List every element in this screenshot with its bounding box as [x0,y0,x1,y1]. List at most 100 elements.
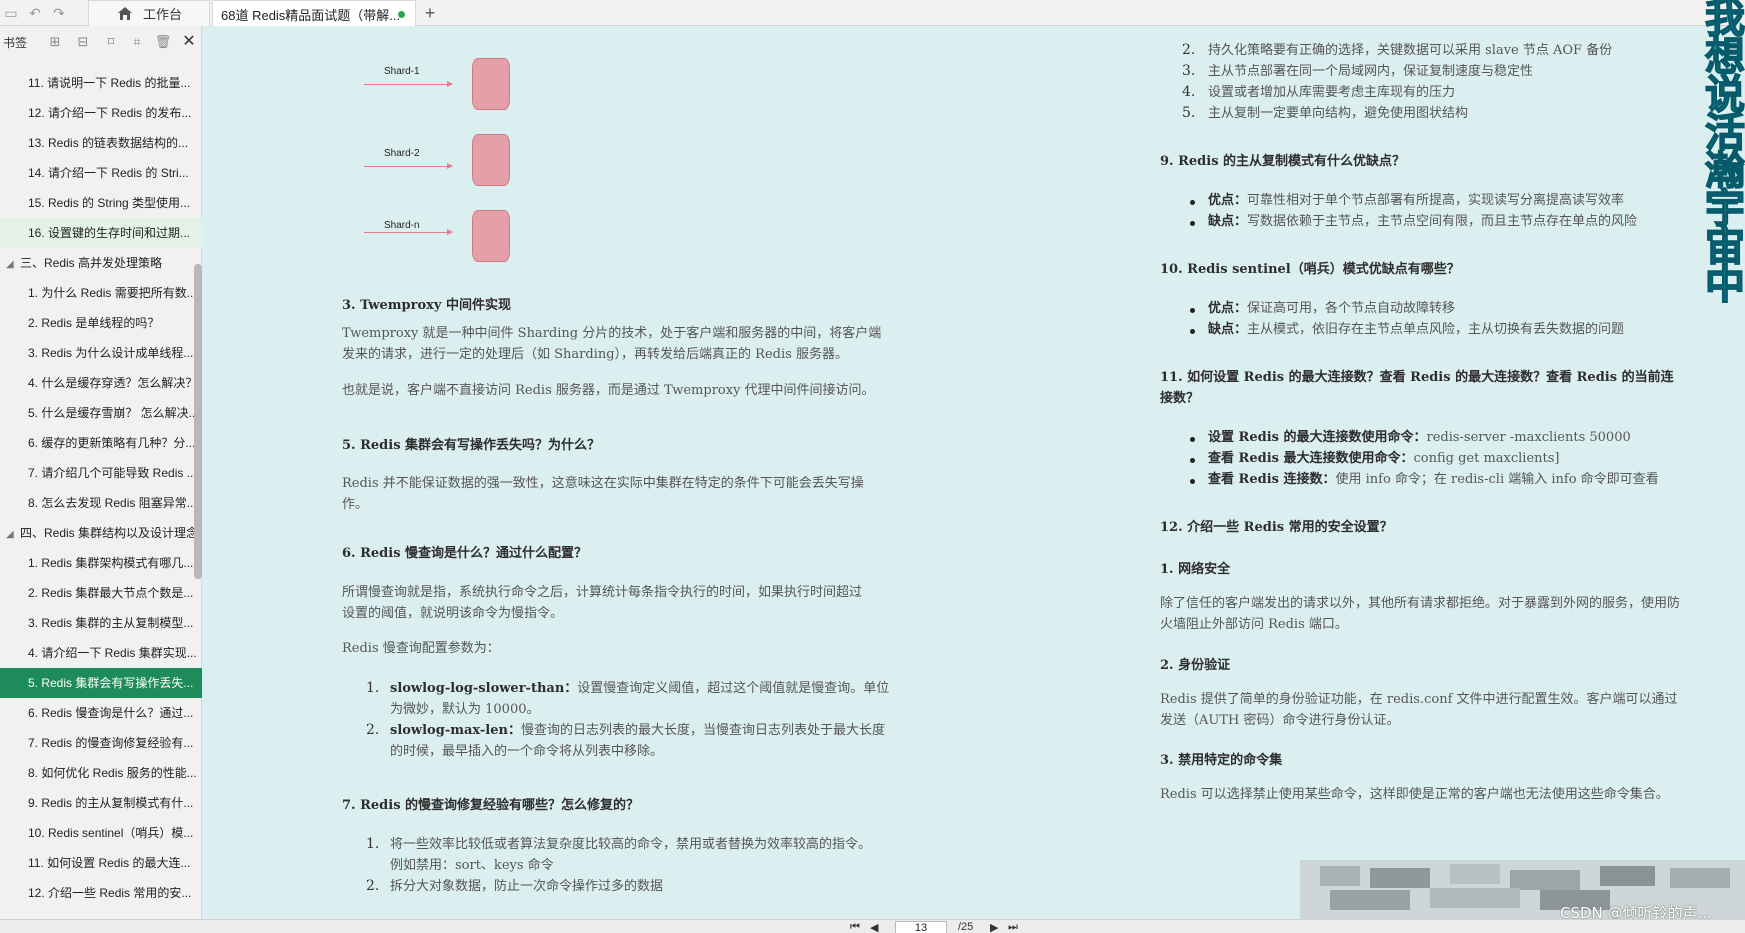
edit-bookmark-icon[interactable]: ⌗ [128,33,146,51]
expand-all-icon[interactable]: ⊞ [46,33,64,51]
list-item: 设置 Redis 的最大连接数使用命令：redis-server -maxcli… [1208,427,1631,448]
list-text: 保证高可用，各个节点自动故障转移 [1247,301,1456,316]
sidebar-item[interactable]: 6. 缓存的更新策略有几种？分... [0,428,200,458]
list-item: 将一些效率比较低或者算法复杂度比较高的命令，禁用或者替换为效率较高的指令。 [390,837,872,852]
collapse-all-icon[interactable]: ⊟ [74,33,92,51]
sidebar-item-label: 6. Redis 慢查询是什么？通过... [28,706,194,720]
sidebar-item[interactable]: 14. 请介绍一下 Redis 的 Stri... [0,158,200,188]
add-bookmark-icon[interactable]: ⌑ [102,33,120,51]
sidebar-item[interactable]: 8. 如何优化 Redis 服务的性能... [0,758,200,788]
sidebar-item-label: 16. 设置键的生存时间和过期... [28,226,191,240]
heading-q5: 5. Redis 集群会有写操作丢失吗？为什么？ [342,438,601,453]
sidebar-item[interactable]: 12. 请介绍一下 Redis 的发布... [0,98,200,128]
paragraph: Redis 提供了简单的身份验证功能，在 redis.conf 文件中进行配置生… [1160,692,1678,707]
sidebar-item[interactable]: 5. Redis 集群会有写操作丢失... [0,668,202,698]
list-item: 主从节点部署在同一个局域网内，保证复制速度与稳定性 [1208,64,1534,79]
bullet [1190,458,1195,463]
list-number: 2. [366,722,380,738]
paragraph: Twemproxy 就是一种中间件 Sharding 分片的技术，处于客户端和服… [342,326,882,341]
save-icon[interactable]: ▭ [2,4,20,22]
collapse-triangle-icon[interactable]: ◢ [6,250,20,278]
next-page-button[interactable]: ▶ [990,921,998,933]
sidebar-item-label: 11. 请说明一下 Redis 的批量... [28,76,191,90]
add-tab-button[interactable]: + [420,3,440,23]
sidebar-item[interactable]: 11. 如何设置 Redis 的最大连... [0,848,200,878]
page-number-input[interactable]: 13 [895,921,947,933]
logo-char: 中 [1704,262,1745,308]
sidebar-item[interactable]: 3. Redis 为什么设计成单线程... [0,338,200,368]
sidebar-item-label: 10. Redis sentinel（哨兵）模... [28,826,194,840]
bookmark-sidebar: 书签 ⊞ ⊟ ⌑ ⌗ 🗑 ✕ 11. 请说明一下 Redis 的批量... 12.… [0,26,202,919]
sidebar-item-label: 7. 请介绍几个可能导致 Redis ... [28,466,197,480]
sidebar-item[interactable]: 6. Redis 慢查询是什么？通过... [0,698,200,728]
list-item: 缺点：写数据依赖于主节点，主节点空间有限，而且主节点存在单点的风险 [1208,211,1637,232]
sidebar-item[interactable]: 13. Redis 的链表数据结构的... [0,128,200,158]
list-item: 拆分大对象数据，防止一次命令操作过多的数据 [390,879,664,894]
list-item: 主从复制一定要单向结构，避免使用图状结构 [1208,106,1469,121]
sidebar-item[interactable]: 8. 怎么去发现 Redis 阻塞异常... [0,488,200,518]
sidebar-item-label: 3. Redis 为什么设计成单线程... [28,346,194,360]
sidebar-section[interactable]: ◢ 四、Redis 集群结构以及设计理念 [0,518,200,548]
sidebar-item[interactable]: 1. Redis 集群架构模式有哪几... [0,548,200,578]
list-text: 使用 info 命令；在 redis-cli 端输入 info 命令即可查看 [1335,472,1659,487]
sidebar-item-label: 8. 怎么去发现 Redis 阻塞异常... [28,496,197,510]
sidebar-item[interactable]: 10. Redis sentinel（哨兵）模... [0,818,200,848]
list-item: slowlog-max-len：慢查询的日志列表的最大长度，当慢查询日志列表处于… [390,720,885,741]
paragraph: 火墙阻止外部访问 Redis 端口。 [1160,617,1348,632]
list-item-cont: 为微妙，默认为 10000。 [390,702,540,717]
list-item: 查看 Redis 最大连接数使用命令：config get maxclients… [1208,448,1560,469]
sidebar-item-label: 2. Redis 集群最大节点个数是... [28,586,194,600]
last-page-button[interactable]: ⏭ [1008,921,1018,933]
list-text: 设置慢查询定义阈值，超过这个阈值就是慢查询。单位 [577,681,890,696]
sidebar-item[interactable]: 9. Redis 的主从复制模式有什... [0,788,200,818]
sidebar-item[interactable]: 4. 什么是缓存穿透？怎么解决？ [0,368,200,398]
sidebar-item[interactable]: 5. 什么是缓存雪崩？ 怎么解决... [0,398,200,428]
bullet [1190,329,1195,334]
sidebar-item[interactable]: 7. 请介绍几个可能导致 Redis ... [0,458,200,488]
heading-q6: 6. Redis 慢查询是什么？通过什么配置？ [342,546,588,561]
sidebar-item[interactable]: 12. 介绍一些 Redis 常用的安... [0,878,200,908]
shard-label: Shard-1 [384,66,420,77]
list-item: 缺点：主从模式，依旧存在主节点单点风险，主从切换有丢失数据的问题 [1208,319,1624,340]
sidebar-item-label: 14. 请介绍一下 Redis 的 Stri... [28,166,189,180]
shard-cylinder [472,210,510,262]
home-icon [118,7,132,20]
heading-q11-cont: 接数？ [1160,391,1200,406]
sidebar-item[interactable]: 2. Redis 集群最大节点个数是... [0,578,200,608]
page-total: /25 [958,921,974,933]
sidebar-item[interactable]: 11. 请说明一下 Redis 的批量... [0,68,200,98]
tab-document[interactable]: 68道 Redis精品面试题（带解... [212,0,416,27]
sidebar-item-label: 6. 缓存的更新策略有几种？分... [28,436,196,450]
sidebar-scrollbar[interactable] [194,264,202,579]
sidebar-item-label: 15. Redis 的 String 类型使用... [28,196,191,210]
sidebar-item[interactable]: 16. 设置键的生存时间和过期... [0,218,202,248]
shard-arrow [364,81,453,87]
tab-home[interactable]: 工作台 [88,0,210,26]
sidebar-item[interactable]: 2. Redis 是单线程的吗？ [0,308,200,338]
sidebar-item[interactable]: 1. 为什么 Redis 需要把所有数... [0,278,200,308]
redo-icon[interactable]: ↷ [50,4,68,22]
shard-cylinder [472,58,510,110]
prev-page-button[interactable]: ◀ [870,921,878,933]
bullet [1190,308,1195,313]
delete-bookmark-icon[interactable]: 🗑 [154,33,172,51]
first-page-button[interactable]: ⏮ [850,921,860,933]
bullet [1190,437,1195,442]
sidebar-item[interactable]: 4. 请介绍一下 Redis 集群实现... [0,638,200,668]
sidebar-item-label: 1. 为什么 Redis 需要把所有数... [28,286,197,300]
list-number: 4. [1182,84,1196,100]
subheading: 1. 网络安全 [1160,562,1231,577]
sidebar-item[interactable]: 7. Redis 的慢查询修复经验有... [0,728,200,758]
sidebar-item[interactable]: 3. Redis 集群的主从复制模型... [0,608,200,638]
undo-icon[interactable]: ↶ [26,4,44,22]
sidebar-item[interactable]: 15. Redis 的 String 类型使用... [0,188,200,218]
collapse-triangle-icon[interactable]: ◢ [6,520,20,548]
paragraph: 也就是说，客户端不直接访问 Redis 服务器，而是通过 Twemproxy 代… [342,383,875,398]
paragraph: 作。 [342,497,369,512]
list-item-cont: 例如禁用：sort、keys 命令 [390,858,554,873]
logo-char: 瀚 [1704,148,1745,194]
close-icon[interactable]: ✕ [180,33,198,51]
list-item: slowlog-log-slower-than：设置慢查询定义阈值，超过这个阈值… [390,678,889,699]
list-term: 缺点： [1208,322,1248,337]
sidebar-section[interactable]: ◢ 三、Redis 高并发处理策略 [0,248,200,278]
